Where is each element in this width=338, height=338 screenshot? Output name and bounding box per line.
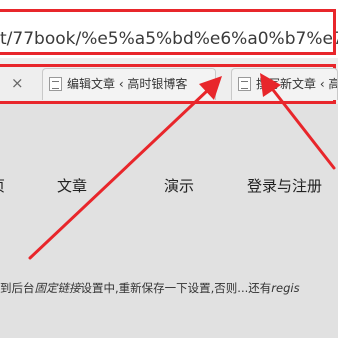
url-highlight-box (0, 9, 336, 55)
notice-part-4: regis (271, 281, 300, 295)
screenshot: t/77book/%e5%a5%bd%e6%a0%b7%e7%9a%8 × 编辑… (0, 0, 338, 338)
nav-item-demo[interactable]: 演示 (164, 176, 194, 196)
notice-text: 到后台固定链接设置中,重新保存一下设置,否则...还有regis (0, 280, 338, 296)
tab-new-post[interactable]: 撰写新文章 ‹ 高时银博客 (231, 68, 338, 100)
tab-title: 撰写新文章 ‹ 高时银博客 (256, 77, 337, 91)
nav-item-login-register[interactable]: 登录与注册 (247, 176, 322, 196)
nav-item-articles[interactable]: 文章 (57, 176, 87, 196)
page-icon (238, 77, 251, 91)
tab-edit-post[interactable]: 编辑文章 ‹ 高时银博客 (42, 68, 216, 100)
page-content (0, 104, 338, 338)
page-icon (49, 77, 62, 91)
tab-title-fade (193, 69, 215, 100)
nav-item-partial[interactable]: 页 (0, 176, 5, 196)
notice-part-1: 到后台 (0, 281, 35, 295)
tab-title: 编辑文章 ‹ 高时银博客 (67, 77, 188, 91)
notice-part-2: 固定链接 (34, 281, 81, 295)
notice-part-3: 设置中,重新保存一下设置,否则...还有 (80, 281, 272, 295)
close-icon[interactable]: × (11, 74, 24, 92)
